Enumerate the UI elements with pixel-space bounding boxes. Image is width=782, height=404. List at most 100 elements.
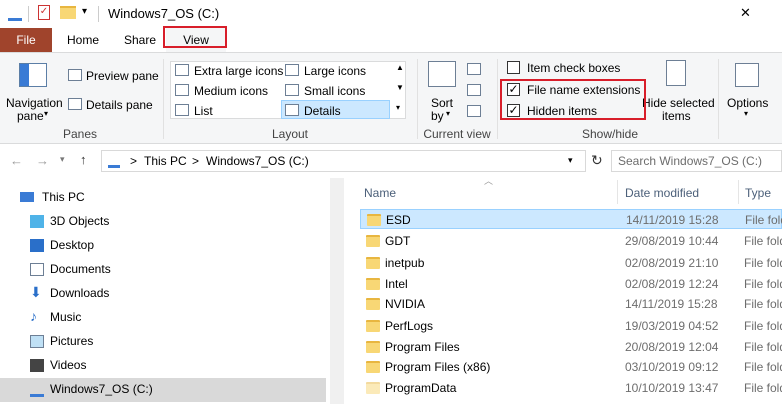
nav-item-documents[interactable]: Documents	[0, 258, 326, 282]
item-check-boxes-label: Item check boxes	[527, 61, 621, 75]
sort-by-button[interactable]: Sort	[431, 96, 453, 110]
navigation-pane-button[interactable]: Navigation	[6, 96, 63, 110]
size-columns-icon[interactable]	[467, 105, 481, 117]
list-icon	[175, 104, 189, 116]
navigation-pane-icon	[19, 63, 47, 87]
drive-icon	[8, 8, 22, 21]
column-divider	[617, 180, 618, 204]
ribbon-separator	[163, 59, 164, 139]
hide-selected-button-line2[interactable]: items	[662, 109, 691, 123]
small-icons-option[interactable]: Small icons	[304, 84, 365, 98]
table-row[interactable]: Program Files 20/08/2019 12:04 File fold…	[360, 337, 782, 357]
add-columns-icon[interactable]	[467, 84, 481, 96]
tab-file[interactable]: File	[0, 28, 52, 52]
extra-large-icons-icon	[175, 64, 189, 76]
medium-icons-option[interactable]: Medium icons	[194, 84, 268, 98]
folder-icon	[366, 382, 380, 394]
column-header-date[interactable]: Date modified	[625, 186, 699, 200]
hide-selected-icon	[666, 60, 686, 86]
sort-by-icon	[428, 61, 456, 87]
sort-by-button-line2[interactable]: by	[431, 109, 444, 123]
back-arrow-icon[interactable]: ←	[10, 153, 23, 168]
table-row[interactable]: ESD 14/11/2019 15:28 File folder	[360, 209, 782, 229]
nav-item-downloads[interactable]: ⬇ Downloads	[0, 282, 326, 306]
search-input[interactable]: Search Windows7_OS (C:)	[618, 154, 762, 168]
gallery-scroll-up-icon[interactable]: ▲	[396, 63, 404, 72]
current-view-group-label: Current view	[423, 127, 491, 141]
videos-icon	[30, 359, 44, 372]
extra-large-icons-option[interactable]: Extra large icons	[194, 64, 283, 78]
recent-locations-icon[interactable]: ▾	[60, 154, 65, 165]
table-row[interactable]: Intel 02/08/2019 12:24 File folder	[360, 274, 782, 294]
hide-selected-button[interactable]: Hide selected	[642, 96, 715, 110]
ribbon: Navigation pane ▾ Preview pane Details p…	[0, 52, 782, 144]
breadcrumb-this-pc[interactable]: This PC	[144, 154, 187, 168]
breadcrumb-separator: >	[192, 154, 200, 168]
nav-item-windows7-os-drive[interactable]: Windows7_OS (C:)	[0, 378, 326, 402]
table-row[interactable]: Program Files (x86) 03/10/2019 09:12 Fil…	[360, 357, 782, 377]
new-folder-icon[interactable]	[60, 6, 76, 19]
chevron-down-icon: ▾	[44, 109, 49, 118]
pictures-icon	[30, 335, 44, 348]
quick-access-separator	[28, 6, 29, 22]
pc-icon	[20, 192, 34, 202]
small-icons-icon	[285, 84, 299, 96]
nav-item-pictures[interactable]: Pictures	[0, 330, 326, 354]
details-pane-icon	[68, 98, 82, 110]
address-bar[interactable]: > This PC > Windows7_OS (C:) ▾	[101, 150, 586, 172]
nav-item-videos[interactable]: Videos	[0, 354, 326, 378]
ribbon-separator	[718, 59, 719, 139]
show-hide-highlight	[500, 79, 646, 120]
nav-item-music[interactable]: ♪ Music	[0, 306, 326, 330]
large-icons-option[interactable]: Large icons	[304, 64, 366, 78]
nav-item-this-pc[interactable]: This PC	[0, 186, 326, 210]
navigation-pane-button-line2[interactable]: pane	[17, 109, 44, 123]
tab-share[interactable]: Share	[114, 28, 166, 52]
properties-icon[interactable]: ✓	[38, 5, 50, 20]
desktop-icon	[30, 239, 44, 252]
drive-icon	[30, 386, 44, 397]
column-header-name[interactable]: Name	[364, 186, 396, 200]
close-icon[interactable]: ✕	[740, 5, 751, 21]
table-row[interactable]: ProgramData 10/10/2019 13:47 File folder	[360, 378, 782, 398]
group-by-icon[interactable]	[467, 63, 481, 75]
ribbon-separator	[497, 59, 498, 139]
title-separator	[98, 6, 99, 22]
ribbon-separator	[417, 59, 418, 139]
folder-icon	[366, 257, 380, 269]
gallery-scroll-down-icon[interactable]: ▼	[396, 83, 404, 92]
options-button[interactable]: Options	[727, 96, 768, 110]
breadcrumb-drive[interactable]: Windows7_OS (C:)	[206, 154, 309, 168]
nav-item-desktop[interactable]: Desktop	[0, 234, 326, 258]
nav-scrollbar[interactable]	[330, 178, 344, 404]
search-box[interactable]: Search Windows7_OS (C:)	[611, 150, 782, 172]
folder-icon	[366, 320, 380, 332]
customize-quick-access-icon[interactable]: ▾	[82, 6, 87, 17]
forward-arrow-icon[interactable]: →	[36, 153, 49, 168]
nav-item-3d-objects[interactable]: 3D Objects	[0, 210, 326, 234]
details-pane-button[interactable]: Details pane	[86, 98, 153, 112]
refresh-icon[interactable]: ↻	[591, 152, 603, 169]
gallery-expand-icon[interactable]: ▾	[396, 103, 400, 112]
table-row[interactable]: PerfLogs 19/03/2019 04:52 File folder	[360, 316, 782, 336]
preview-pane-icon	[68, 69, 82, 81]
view-tab-highlight	[163, 26, 227, 48]
item-check-boxes-checkbox[interactable]	[507, 61, 520, 74]
table-row[interactable]: NVIDIA 14/11/2019 15:28 File folder	[360, 294, 782, 314]
table-row[interactable]: GDT 29/08/2019 10:44 File folder	[360, 231, 782, 251]
details-option[interactable]: Details	[304, 104, 341, 118]
column-divider	[738, 180, 739, 204]
list-option[interactable]: List	[194, 104, 213, 118]
column-header-type[interactable]: Type	[745, 186, 771, 200]
folder-icon	[366, 361, 380, 373]
details-icon	[285, 104, 299, 116]
title-bar: ✓ ▾ Windows7_OS (C:) ✕	[0, 0, 782, 28]
ribbon-tabs: File Home Share View	[0, 28, 782, 52]
address-dropdown-icon[interactable]: ▾	[568, 155, 573, 166]
table-row[interactable]: inetpub 02/08/2019 21:10 File folder	[360, 253, 782, 273]
tab-home[interactable]: Home	[58, 28, 108, 52]
preview-pane-button[interactable]: Preview pane	[86, 69, 159, 83]
options-icon	[735, 63, 759, 87]
folder-icon	[366, 235, 380, 247]
up-arrow-icon[interactable]: ↑	[80, 152, 87, 167]
